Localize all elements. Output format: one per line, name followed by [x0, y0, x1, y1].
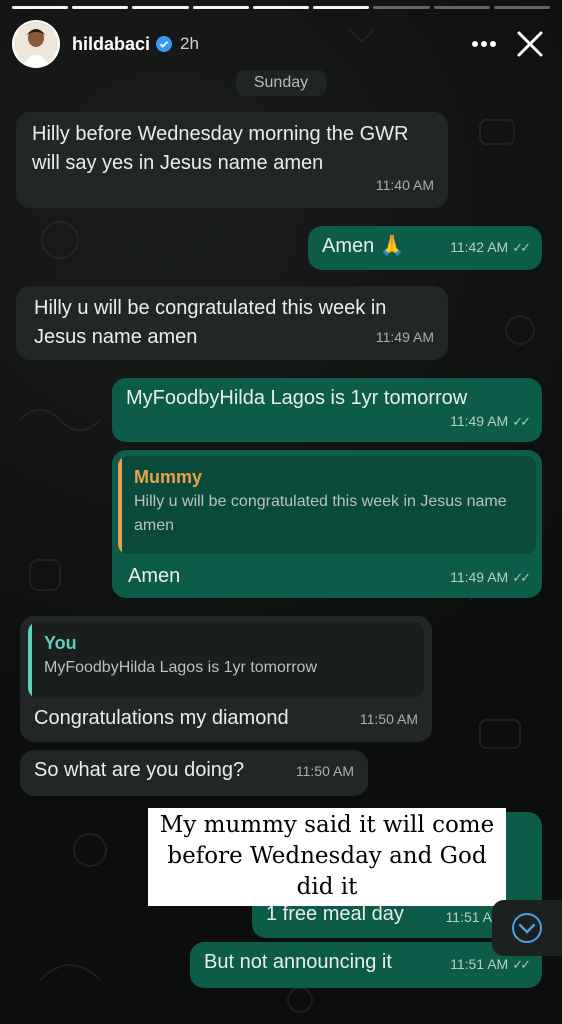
message-time: 11:50 AM — [359, 711, 418, 727]
message-bubble-incoming[interactable]: Hilly before Wednesday morning the GWR w… — [16, 112, 448, 208]
message-text: Hilly u will be congratulated this week … — [34, 297, 387, 348]
progress-segment — [192, 6, 249, 9]
double-check-icon: ✓✓ — [512, 414, 531, 429]
date-divider: Sunday — [236, 70, 326, 96]
message-bubble-outgoing-reply[interactable]: Mummy Hilly u will be congratulated this… — [112, 450, 542, 598]
scroll-to-bottom-button[interactable] — [492, 900, 562, 956]
message-text: But not announcing it — [204, 951, 392, 973]
double-check-icon: ✓✓ — [512, 570, 531, 585]
avatar-image — [14, 22, 58, 66]
message-bubble-incoming-reply[interactable]: You MyFoodbyHilda Lagos is 1yr tomorrow … — [20, 616, 432, 742]
progress-segment — [252, 6, 310, 9]
message-bubble-outgoing[interactable]: But not announcing it 11:51 AM ✓✓ — [190, 942, 542, 988]
avatar[interactable] — [14, 22, 58, 66]
progress-segment — [313, 6, 370, 9]
message-text: Congratulations my diamond — [34, 707, 289, 729]
message-meta: 11:42 AM ✓✓ — [450, 233, 531, 262]
progress-segment — [373, 6, 430, 9]
story-header: hildabaci 2h — [14, 20, 548, 68]
quote-text: MyFoodbyHilda Lagos is 1yr tomorrow — [44, 659, 317, 676]
message-text: So what are you doing? — [34, 759, 245, 781]
progress-segment — [72, 6, 129, 9]
message-bubble-outgoing[interactable]: MyFoodbyHilda Lagos is 1yr tomorrow 11:4… — [112, 378, 542, 442]
more-button[interactable] — [466, 26, 502, 62]
message-meta: 11:49 AM ✓✓ — [450, 563, 531, 592]
story-caption: My mummy said it will come before Wednes… — [148, 808, 506, 906]
close-icon — [517, 31, 543, 57]
post-time: 2h — [180, 34, 199, 53]
message-time: 11:49 AM — [450, 569, 509, 585]
username[interactable]: hildabaci — [72, 34, 150, 55]
message-time: 11:49 AM — [375, 329, 434, 345]
message-time: 11:42 AM — [450, 239, 509, 255]
praying-hands-emoji: 🙏 — [379, 235, 405, 257]
message-text: Hilly before Wednesday morning the GWR w… — [32, 123, 409, 174]
progress-segment — [12, 6, 69, 9]
close-button[interactable] — [512, 26, 548, 62]
progress-segment — [493, 6, 550, 9]
progress-segment — [132, 6, 189, 9]
message-meta: 11:49 AM ✓✓ — [450, 407, 531, 436]
quote-author: You — [44, 633, 77, 653]
message-time: 11:40 AM — [375, 177, 434, 193]
quote-author: Mummy — [134, 467, 203, 487]
progress-segment — [433, 6, 490, 9]
message-time: 11:49 AM — [450, 413, 509, 429]
message-text: Amen — [128, 565, 181, 587]
quoted-message[interactable]: Mummy Hilly u will be congratulated this… — [118, 456, 536, 554]
message-time: 11:50 AM — [295, 763, 354, 779]
quote-text: Hilly u will be congratulated this week … — [134, 493, 507, 534]
message-time: 11:51 A — [445, 909, 492, 925]
quoted-message[interactable]: You MyFoodbyHilda Lagos is 1yr tomorrow — [28, 622, 424, 698]
message-bubble-outgoing[interactable]: Amen 🙏 11:42 AM ✓✓ — [308, 226, 542, 270]
message-text: Amen — [322, 235, 375, 257]
chevron-down-icon — [512, 913, 542, 943]
double-check-icon: ✓✓ — [512, 240, 531, 255]
verified-badge-icon — [156, 36, 173, 52]
more-icon — [472, 41, 496, 47]
message-bubble-incoming[interactable]: So what are you doing? 11:50 AM — [20, 750, 368, 796]
message-bubble-incoming[interactable]: Hilly u will be congratulated this week … — [16, 286, 448, 360]
story-progress-bar — [12, 6, 550, 9]
